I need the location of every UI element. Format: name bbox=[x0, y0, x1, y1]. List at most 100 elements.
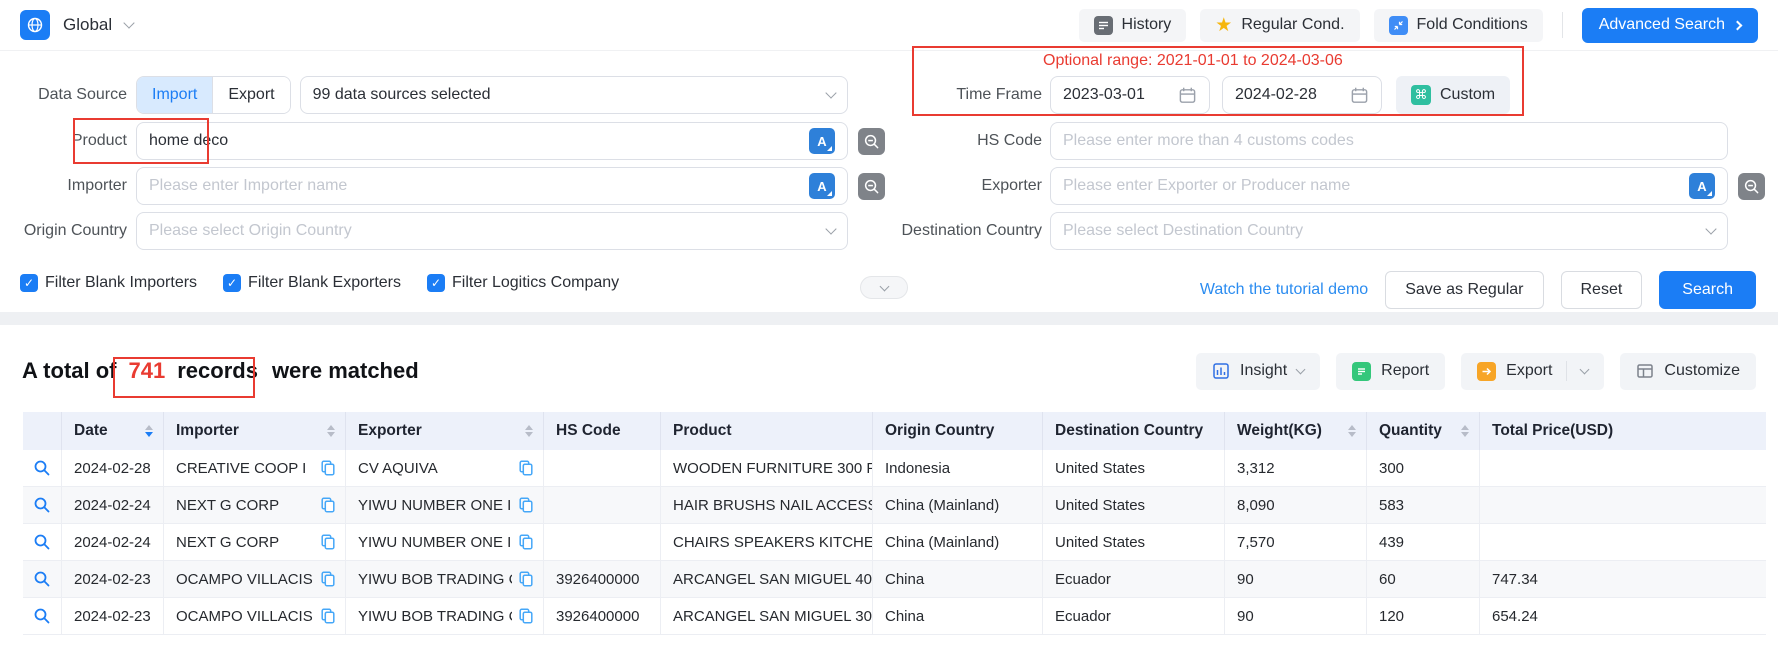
cell-importer: NEXT G CORP bbox=[164, 524, 346, 561]
history-button[interactable]: History bbox=[1079, 9, 1187, 42]
custom-range-button[interactable]: ⌘ Custom bbox=[1396, 76, 1510, 114]
view-detail-icon[interactable] bbox=[33, 607, 51, 625]
importer-row: Importer Please enter Importer name A bbox=[0, 167, 885, 205]
cell-destination: United States bbox=[1043, 524, 1225, 561]
search-button[interactable]: Search bbox=[1659, 271, 1756, 309]
save-as-regular-button[interactable]: Save as Regular bbox=[1385, 271, 1543, 309]
importer-input[interactable]: Please enter Importer name A bbox=[136, 167, 848, 205]
product-input[interactable]: home deco A bbox=[136, 122, 848, 160]
data-sources-select[interactable]: 99 data sources selected bbox=[300, 76, 848, 114]
translate-icon[interactable]: A bbox=[809, 128, 835, 154]
advanced-search-label: Advanced Search bbox=[1599, 16, 1725, 34]
checkbox-checked-icon[interactable]: ✓ bbox=[427, 274, 445, 292]
exporter-name: CV AQUIVA bbox=[358, 460, 512, 477]
tutorial-link[interactable]: Watch the tutorial demo bbox=[1200, 281, 1368, 299]
table-row: 2024-02-28CREATIVE COOP ICV AQUIVAWOODEN… bbox=[23, 450, 1766, 487]
regular-cond-label: Regular Cond. bbox=[1241, 16, 1344, 34]
insight-icon bbox=[1212, 362, 1230, 380]
cell-quantity: 439 bbox=[1367, 524, 1480, 561]
importer-name: OCAMPO VILLACIS bbox=[176, 608, 314, 625]
region-selector[interactable]: Global bbox=[20, 10, 133, 40]
cell-importer: OCAMPO VILLACIS bbox=[164, 561, 346, 598]
start-date-input[interactable]: 2023-03-01 bbox=[1050, 76, 1210, 114]
exporter-input[interactable]: Please enter Exporter or Producer name A bbox=[1050, 167, 1728, 205]
report-button[interactable]: Report bbox=[1336, 353, 1445, 390]
copy-icon[interactable] bbox=[518, 534, 533, 550]
sort-icon[interactable] bbox=[1348, 425, 1356, 437]
copy-icon[interactable] bbox=[320, 460, 335, 476]
section-divider bbox=[0, 312, 1778, 325]
fuzzy-search-button[interactable] bbox=[858, 173, 885, 200]
view-detail-icon[interactable] bbox=[33, 459, 51, 477]
chevron-down-icon bbox=[1705, 223, 1716, 234]
sort-icon[interactable] bbox=[525, 425, 533, 437]
copy-icon[interactable] bbox=[518, 497, 533, 513]
view-detail-icon[interactable] bbox=[33, 533, 51, 551]
hs-code-input[interactable]: Please enter more than 4 customs codes bbox=[1050, 122, 1728, 160]
report-icon bbox=[1352, 362, 1371, 381]
copy-icon[interactable] bbox=[320, 534, 335, 550]
data-source-toggle: Import Export bbox=[136, 76, 291, 114]
translate-icon[interactable]: A bbox=[809, 173, 835, 199]
end-date-input[interactable]: 2024-02-28 bbox=[1222, 76, 1382, 114]
insight-button[interactable]: Insight bbox=[1196, 353, 1320, 390]
origin-country-row: Origin Country Please select Origin Coun… bbox=[0, 212, 885, 250]
logo bbox=[20, 10, 50, 40]
copy-icon[interactable] bbox=[320, 571, 335, 587]
region-label: Global bbox=[63, 15, 112, 35]
history-label: History bbox=[1122, 16, 1172, 34]
sort-icon[interactable] bbox=[145, 425, 153, 437]
column-label: Date bbox=[74, 422, 108, 440]
page: Global History ★ Regular Cond. Fold Cond… bbox=[0, 0, 1778, 650]
table-row: 2024-02-23OCAMPO VILLACISYIWU BOB TRADIN… bbox=[23, 561, 1766, 598]
fold-icon bbox=[1389, 16, 1408, 35]
table-header-row: DateImporterExporterHS CodeProductOrigin… bbox=[23, 412, 1766, 450]
column-header-exporter[interactable]: Exporter bbox=[346, 412, 544, 450]
advanced-search-button[interactable]: Advanced Search bbox=[1582, 8, 1758, 43]
importer-name: NEXT G CORP bbox=[176, 497, 314, 514]
copy-icon[interactable] bbox=[320, 608, 335, 624]
optional-range-note: Optional range: 2021-01-01 to 2024-03-06 bbox=[1043, 52, 1343, 70]
results-table: DateImporterExporterHS CodeProductOrigin… bbox=[23, 412, 1766, 635]
sort-icon[interactable] bbox=[327, 425, 335, 437]
top-bar: Global History ★ Regular Cond. Fold Cond… bbox=[0, 0, 1778, 51]
expand-conditions-button[interactable] bbox=[860, 276, 908, 299]
cell-price: 747.34 bbox=[1480, 561, 1766, 598]
importer-name: OCAMPO VILLACIS bbox=[176, 571, 314, 588]
copy-icon[interactable] bbox=[320, 497, 335, 513]
chevron-down-icon[interactable] bbox=[1580, 364, 1590, 374]
cell-detail bbox=[23, 561, 62, 598]
column-header-weight[interactable]: Weight(KG) bbox=[1225, 412, 1367, 450]
origin-country-select[interactable]: Please select Origin Country bbox=[136, 212, 848, 250]
copy-icon[interactable] bbox=[518, 571, 533, 587]
customize-button[interactable]: Customize bbox=[1620, 353, 1756, 390]
regular-cond-button[interactable]: ★ Regular Cond. bbox=[1200, 9, 1359, 42]
copy-icon[interactable] bbox=[518, 608, 533, 624]
sort-icon[interactable] bbox=[1461, 425, 1469, 437]
translate-icon[interactable]: A bbox=[1689, 173, 1715, 199]
column-header-date[interactable]: Date bbox=[62, 412, 164, 450]
cell-detail bbox=[23, 524, 62, 561]
view-detail-icon[interactable] bbox=[33, 496, 51, 514]
tab-import[interactable]: Import bbox=[137, 77, 212, 113]
fuzzy-search-button[interactable] bbox=[1738, 173, 1765, 200]
reset-button[interactable]: Reset bbox=[1561, 271, 1643, 309]
column-header-product: Product bbox=[661, 412, 873, 450]
magnifier-minus-icon bbox=[863, 178, 880, 195]
column-header-quantity[interactable]: Quantity bbox=[1367, 412, 1480, 450]
tab-export[interactable]: Export bbox=[212, 77, 289, 113]
cell-origin: China bbox=[873, 561, 1043, 598]
export-button[interactable]: Export bbox=[1461, 353, 1604, 390]
exporter-row: Exporter Please enter Exporter or Produc… bbox=[890, 167, 1778, 205]
fuzzy-search-button[interactable] bbox=[858, 128, 885, 155]
checkbox-checked-icon[interactable]: ✓ bbox=[20, 274, 38, 292]
copy-icon[interactable] bbox=[518, 460, 533, 476]
fold-conditions-button[interactable]: Fold Conditions bbox=[1374, 9, 1543, 42]
exporter-placeholder: Please enter Exporter or Producer name bbox=[1063, 177, 1681, 195]
column-header-importer[interactable]: Importer bbox=[164, 412, 346, 450]
destination-country-select[interactable]: Please select Destination Country bbox=[1050, 212, 1728, 250]
command-icon: ⌘ bbox=[1411, 85, 1431, 105]
view-detail-icon[interactable] bbox=[33, 570, 51, 588]
column-label: Total Price(USD) bbox=[1492, 422, 1613, 440]
checkbox-checked-icon[interactable]: ✓ bbox=[223, 274, 241, 292]
